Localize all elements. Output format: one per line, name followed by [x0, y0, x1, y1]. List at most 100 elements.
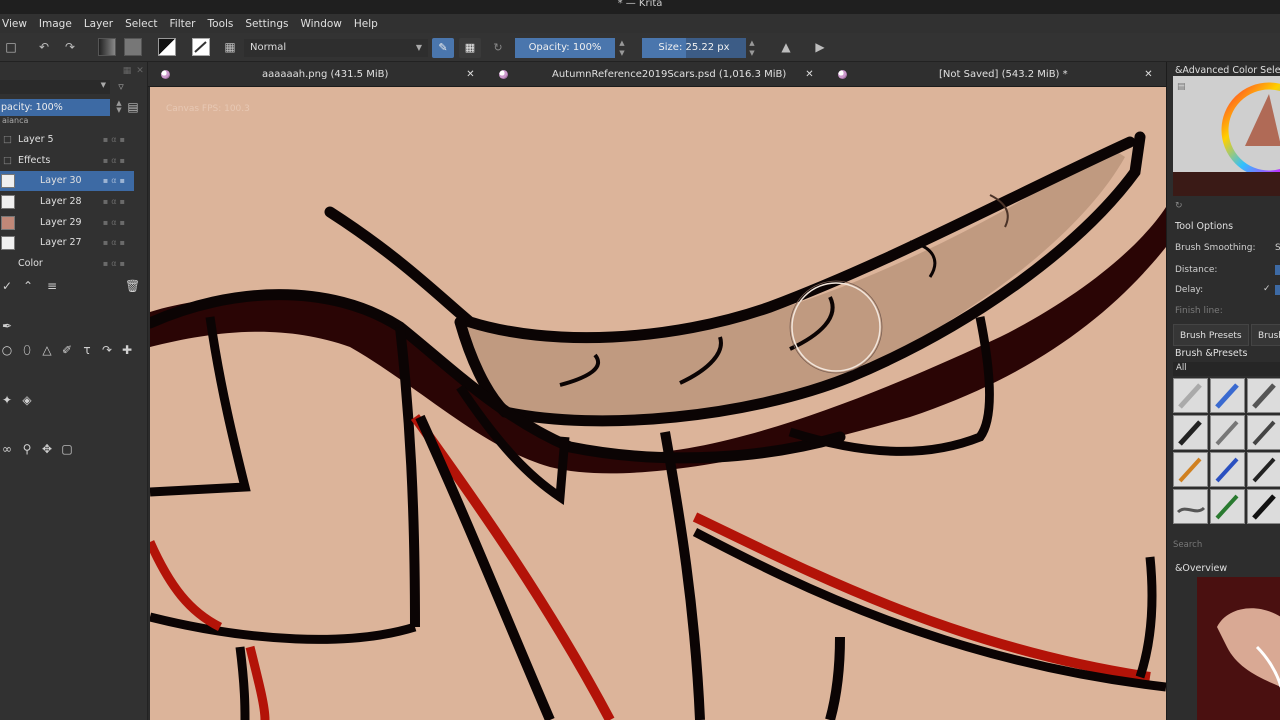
menu-help[interactable]: Help [348, 18, 384, 30]
brush-preset-item[interactable] [1247, 489, 1280, 524]
ellipse-tool-icon[interactable]: ○ [0, 343, 14, 357]
menu-layer[interactable]: Layer [78, 18, 119, 30]
mirror-horizontal-icon[interactable]: ▲ [778, 39, 794, 55]
filter-icon[interactable]: ▿ [114, 80, 128, 94]
settings-icon[interactable]: ▤ [1177, 82, 1186, 92]
brush-preset-icon[interactable] [192, 38, 210, 56]
color-history-strip[interactable] [1173, 172, 1280, 196]
fill-tool-icon[interactable]: ◈ [20, 393, 34, 407]
brush-search-input[interactable]: Search [1173, 540, 1279, 554]
menu-select[interactable]: Select [119, 18, 163, 30]
chevron-up-icon[interactable]: ⌃ [21, 279, 35, 293]
refresh-icon[interactable]: ↻ [1175, 201, 1183, 211]
brush-preset-item[interactable] [1173, 452, 1208, 487]
polygon-tool-icon[interactable]: ⬯ [20, 343, 34, 357]
polyline-tool-icon[interactable]: △ [40, 343, 54, 357]
mirror-vertical-icon[interactable]: ▶ [812, 39, 828, 55]
drawing-canvas[interactable]: Canvas FPS: 100.3 [150, 87, 1166, 720]
preserve-alpha-icon[interactable]: ▦ [459, 38, 481, 58]
menu-settings[interactable]: Settings [239, 18, 294, 30]
brush-preset-item[interactable] [1210, 489, 1245, 524]
layer-row[interactable]: Layer 29 ▪α▪ [0, 213, 134, 233]
delay-slider[interactable] [1275, 285, 1280, 295]
menu-view[interactable]: View [0, 18, 33, 30]
brush-preset-item[interactable] [1173, 489, 1208, 524]
dynamic-brush-icon[interactable]: ↷ [100, 343, 114, 357]
layer-visibility-icons[interactable]: ▪α▪ [103, 192, 128, 212]
freehand-brush-icon[interactable]: ✒ [0, 319, 14, 333]
reload-preset-icon[interactable]: ↻ [487, 38, 509, 58]
layer-blend-combo[interactable]: ▼ [0, 80, 110, 94]
layer-opacity-slider[interactable]: pacity: 100% [0, 99, 110, 116]
close-icon[interactable]: ✕ [133, 64, 147, 78]
size-slider[interactable]: Size: 25.22 px [642, 38, 746, 58]
undo-icon[interactable]: ↶ [36, 39, 52, 55]
layer-visibility-icons[interactable]: ▪α▪ [103, 130, 128, 150]
menu-window[interactable]: Window [294, 18, 347, 30]
layer-visibility-icons[interactable]: ▪α▪ [103, 213, 128, 233]
assistant-tool-icon[interactable]: ✥ [40, 442, 54, 456]
redo-icon[interactable]: ↷ [62, 39, 78, 55]
tab-autumn-reference[interactable]: AutumnReference2019Scars.psd (1,016.3 Mi… [552, 62, 786, 87]
layer-row[interactable]: □ Layer 5 ▪α▪ [0, 130, 134, 150]
size-spin-icon[interactable]: ▲ ▼ [747, 38, 757, 58]
brush-preset-item[interactable] [1173, 415, 1208, 450]
opacity-spin-icon[interactable]: ▲ ▼ [617, 38, 627, 58]
layer-visibility-icons[interactable]: ▪α▪ [103, 233, 128, 253]
brush-preset-item[interactable] [1247, 452, 1280, 487]
chevron-down-icon: ▼ [100, 81, 106, 89]
opacity-spin-icon[interactable]: ▲ ▼ [112, 100, 126, 114]
brush-preset-item[interactable] [1173, 378, 1208, 413]
brush-smoothing-value[interactable]: S [1275, 243, 1280, 253]
menu-tools[interactable]: Tools [202, 18, 240, 30]
brush-preset-item[interactable] [1247, 378, 1280, 413]
layer-settings-icon[interactable]: ≡ [45, 279, 59, 293]
transform-tool-icon[interactable]: ✦ [0, 393, 14, 407]
tab-brush[interactable]: Brush [1251, 324, 1280, 346]
tab-not-saved[interactable]: [Not Saved] (543.2 MiB) * [939, 62, 1068, 87]
layer-row[interactable]: Layer 28 ▪α▪ [0, 192, 134, 212]
layer-row[interactable]: Layer 27 ▪α▪ [0, 233, 134, 253]
close-icon[interactable]: ✕ [804, 69, 815, 80]
workspace-icon[interactable]: ▦ [222, 39, 238, 55]
brush-tag-filter[interactable]: All [1173, 362, 1280, 376]
layer-visibility-icons[interactable]: ▪α▪ [103, 171, 128, 191]
reference-tool-icon[interactable]: ▢ [60, 442, 74, 456]
gradient-swatch[interactable] [98, 38, 116, 56]
brush-preset-item[interactable] [1210, 378, 1245, 413]
blend-mode-select[interactable]: Normal ▼ [244, 39, 428, 57]
save-icon[interactable]: □ [3, 39, 19, 55]
tab-aaaaaah[interactable]: aaaaaah.png (431.5 MiB) [262, 62, 388, 87]
menu-image[interactable]: Image [33, 18, 78, 30]
tab-brush-presets[interactable]: Brush Presets [1173, 324, 1249, 346]
close-icon[interactable]: ✕ [1143, 69, 1154, 80]
fg-bg-color-icon[interactable] [158, 38, 176, 56]
check-icon[interactable]: ✓ [0, 279, 14, 293]
measure-tool-icon[interactable]: ∞ [0, 442, 14, 456]
brush-preset-item[interactable] [1210, 452, 1245, 487]
distance-slider[interactable] [1275, 265, 1280, 275]
brush-preset-item[interactable] [1210, 415, 1245, 450]
zoom-tool-icon[interactable]: ⚲ [20, 442, 34, 456]
opacity-slider[interactable]: Opacity: 100% [515, 38, 615, 58]
layer-row[interactable]: Color ▪α▪ [0, 254, 134, 274]
close-icon[interactable]: ✕ [465, 69, 476, 80]
delete-layer-icon[interactable]: 🗑 [125, 279, 140, 293]
eraser-mode-icon[interactable]: ✎ [432, 38, 454, 58]
layer-visibility-icons[interactable]: ▪α▪ [103, 151, 128, 171]
overview-thumbnail[interactable] [1197, 577, 1280, 720]
layer-row[interactable]: □ Effects ▪α▪ [0, 151, 134, 171]
float-icon[interactable]: ▦ [120, 64, 134, 78]
bezier-tool-icon[interactable]: ✐ [60, 343, 74, 357]
menu-filter[interactable]: Filter [164, 18, 202, 30]
color-wheel-icon[interactable] [1173, 76, 1280, 178]
delay-checkbox[interactable]: ✓ [1263, 284, 1271, 294]
multibrush-icon[interactable]: ✚ [120, 343, 134, 357]
layer-visibility-icons[interactable]: ▪α▪ [103, 254, 128, 274]
layer-properties-icon[interactable]: ▤ [126, 100, 140, 114]
pattern-swatch[interactable] [124, 38, 142, 56]
color-selector-area[interactable]: ▤ [1173, 76, 1280, 178]
layer-row-selected[interactable]: Layer 30 ▪α▪ [0, 171, 134, 191]
brush-preset-item[interactable] [1247, 415, 1280, 450]
freehand-path-icon[interactable]: τ [80, 343, 94, 357]
